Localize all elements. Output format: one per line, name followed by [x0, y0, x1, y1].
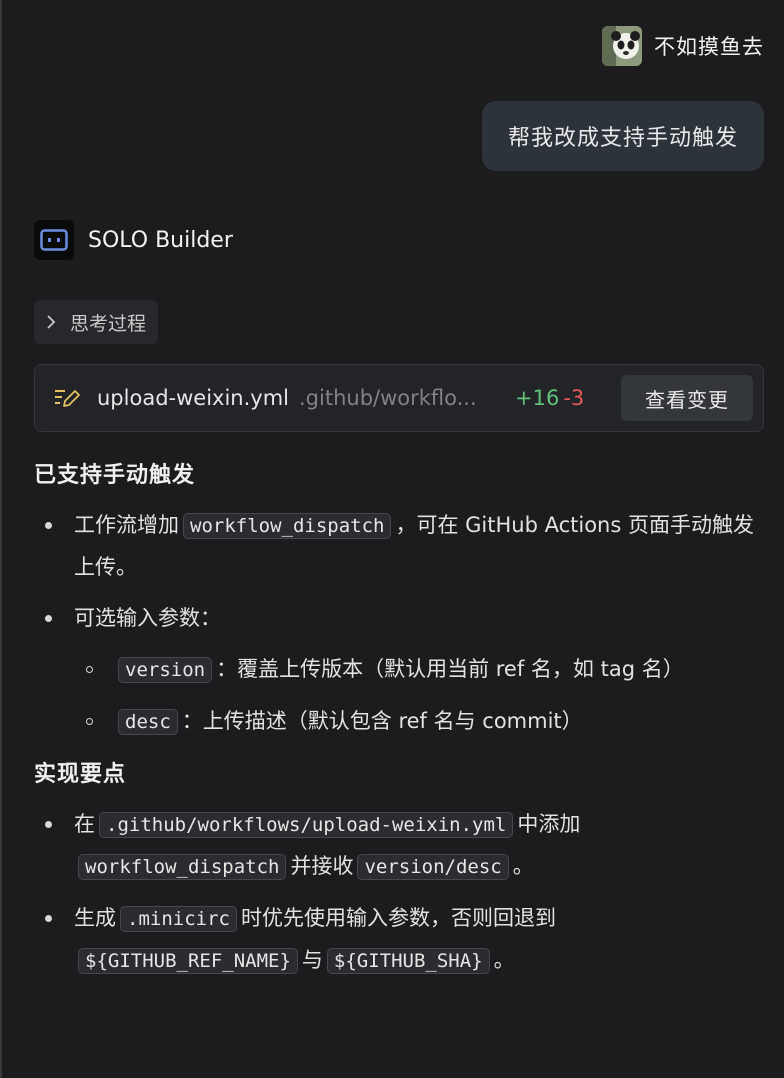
- inline-code: .minicirc: [120, 906, 237, 932]
- response-content: 已支持手动触发 工作流增加 workflow_dispatch ，可在 GitHub…: [34, 454, 764, 982]
- solo-builder-logo-icon: [34, 220, 74, 260]
- inline-code: workflow_dispatch: [183, 513, 392, 539]
- edit-file-icon: [55, 390, 80, 407]
- bot-name: SOLO Builder: [88, 227, 233, 253]
- inline-code: .github/workflows/upload-weixin.yml: [99, 812, 514, 838]
- list-item: 生成 .minicirc 时优先使用输入参数，否则回退到${GITHUB_REF_N…: [34, 898, 764, 982]
- inline-code: version/desc: [357, 854, 509, 880]
- list-item: 可选输入参数：: [34, 598, 764, 639]
- inline-code: version: [118, 657, 213, 683]
- user-avatar: [602, 26, 642, 66]
- section-heading: 已支持手动触发: [34, 463, 196, 488]
- inline-code: ${GITHUB_REF_NAME}: [78, 948, 298, 974]
- bot-header: SOLO Builder: [34, 220, 233, 260]
- list-item: 在 .github/workflows/upload-weixin.yml 中添加w…: [34, 804, 764, 888]
- file-change-card[interactable]: upload-weixin.yml .github/workflo... +16…: [34, 364, 764, 432]
- file-name: upload-weixin.yml: [97, 386, 289, 410]
- user-name: 不如摸鱼去: [654, 35, 764, 59]
- thinking-toggle[interactable]: 思考过程: [34, 300, 159, 344]
- file-path: .github/workflo...: [299, 386, 477, 410]
- additions-count: +16: [515, 386, 560, 410]
- panda-avatar-icon: [602, 26, 642, 66]
- user-message-bubble: 帮我改成支持手动触发: [481, 101, 764, 171]
- user-header: 不如摸鱼去: [602, 26, 764, 66]
- inline-code: desc: [118, 709, 178, 735]
- list-item: 工作流增加 workflow_dispatch ，可在 GitHub Actions…: [34, 505, 764, 588]
- list-item: desc ：上传描述（默认包含 ref 名与 commit）: [34, 701, 764, 743]
- view-changes-button[interactable]: 查看变更: [621, 375, 753, 421]
- inline-code: ${GITHUB_SHA}: [326, 948, 490, 974]
- chevron-right-icon: [47, 315, 56, 329]
- inline-code: workflow_dispatch: [78, 854, 287, 880]
- deletions-count: -3: [563, 386, 585, 410]
- section-heading: 实现要点: [34, 762, 127, 787]
- list-item: version ：覆盖上传版本（默认用当前 ref 名，如 tag 名）: [34, 649, 764, 691]
- panel-border: [0, 0, 2, 1078]
- thinking-label: 思考过程: [70, 312, 147, 335]
